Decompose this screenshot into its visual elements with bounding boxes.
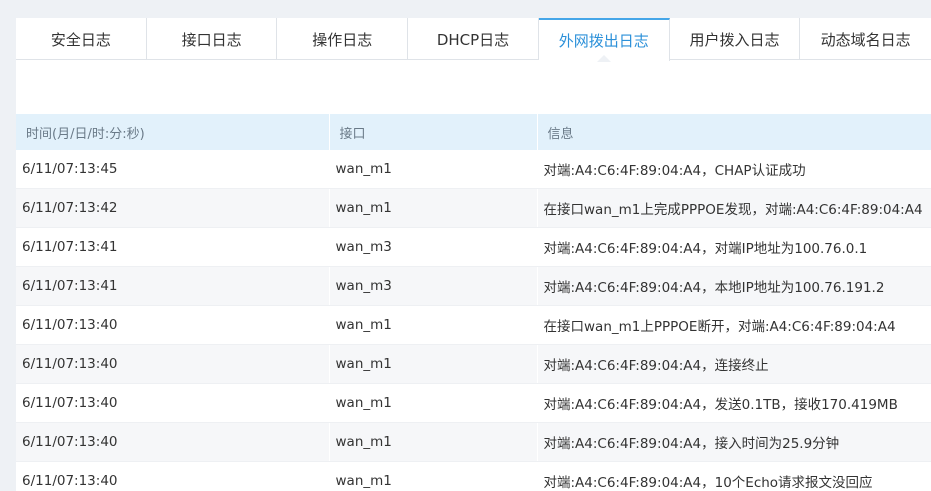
cell-time: 6/11/07:13:40 bbox=[16, 383, 330, 423]
log-table: 时间(月/日/时:分:秒) 接口 信息 6/11/07:13:45 wan_m1… bbox=[16, 114, 931, 491]
table-row: 6/11/07:13:41 wan_m3 对端:A4:C6:4F:89:04:A… bbox=[16, 227, 931, 267]
table-row: 6/11/07:13:41 wan_m3 对端:A4:C6:4F:89:04:A… bbox=[16, 266, 931, 306]
log-tabs: 安全日志 接口日志 操作日志 DHCP日志 外网拨出日志 用户拨入日志 动态域名… bbox=[16, 18, 931, 62]
cell-info: 对端:A4:C6:4F:89:04:A4，10个Echo请求报文没回应 bbox=[537, 461, 931, 491]
tab-label: 外网拨出日志 bbox=[558, 32, 649, 50]
tab-operation-log[interactable]: 操作日志 bbox=[277, 18, 409, 60]
cell-time: 6/11/07:13:40 bbox=[16, 461, 330, 491]
tab-interface-log[interactable]: 接口日志 bbox=[147, 18, 278, 60]
cell-time: 6/11/07:13:41 bbox=[16, 227, 330, 267]
cell-info: 对端:A4:C6:4F:89:04:A4，连接终止 bbox=[537, 344, 931, 384]
cell-time: 6/11/07:13:40 bbox=[16, 305, 330, 345]
tab-user-dialin-log[interactable]: 用户拨入日志 bbox=[670, 18, 801, 60]
toolbar-area bbox=[16, 60, 931, 112]
cell-info: 对端:A4:C6:4F:89:04:A4，接入时间为25.9分钟 bbox=[537, 422, 931, 462]
cell-time: 6/11/07:13:42 bbox=[16, 188, 330, 228]
log-panel: 安全日志 接口日志 操作日志 DHCP日志 外网拨出日志 用户拨入日志 动态域名… bbox=[16, 18, 931, 491]
tab-security-log[interactable]: 安全日志 bbox=[16, 18, 147, 60]
tab-dhcp-log[interactable]: DHCP日志 bbox=[408, 18, 539, 60]
cell-info: 对端:A4:C6:4F:89:04:A4，CHAP认证成功 bbox=[537, 150, 931, 189]
tab-wan-dialout-log[interactable]: 外网拨出日志 bbox=[538, 18, 670, 62]
table-row: 6/11/07:13:40 wan_m1 在接口wan_m1上PPPOE断开，对… bbox=[16, 305, 931, 345]
table-row: 6/11/07:13:40 wan_m1 对端:A4:C6:4F:89:04:A… bbox=[16, 344, 931, 384]
table-row: 6/11/07:13:42 wan_m1 在接口wan_m1上完成PPPOE发现… bbox=[16, 188, 931, 228]
cell-interface: wan_m1 bbox=[329, 422, 538, 462]
cell-info: 对端:A4:C6:4F:89:04:A4，本地IP地址为100.76.191.2 bbox=[537, 266, 931, 306]
cell-info: 在接口wan_m1上PPPOE断开，对端:A4:C6:4F:89:04:A4 bbox=[537, 305, 931, 345]
tab-label: 用户拨入日志 bbox=[689, 30, 780, 49]
table-row: 6/11/07:13:40 wan_m1 对端:A4:C6:4F:89:04:A… bbox=[16, 422, 931, 462]
cell-interface: wan_m1 bbox=[329, 305, 538, 345]
column-header-interface[interactable]: 接口 bbox=[329, 114, 538, 150]
cell-interface: wan_m3 bbox=[329, 266, 538, 306]
cell-interface: wan_m1 bbox=[329, 461, 538, 491]
active-tab-indicator bbox=[596, 55, 611, 62]
cell-info: 对端:A4:C6:4F:89:04:A4，对端IP地址为100.76.0.1 bbox=[537, 227, 931, 267]
column-header-time[interactable]: 时间(月/日/时:分:秒) bbox=[16, 114, 330, 150]
table-row: 6/11/07:13:45 wan_m1 对端:A4:C6:4F:89:04:A… bbox=[16, 150, 931, 189]
cell-info: 在接口wan_m1上完成PPPOE发现，对端:A4:C6:4F:89:04:A4 bbox=[537, 188, 931, 228]
column-header-info[interactable]: 信息 bbox=[537, 114, 931, 150]
cell-time: 6/11/07:13:45 bbox=[16, 150, 330, 189]
log-table-container: 时间(月/日/时:分:秒) 接口 信息 6/11/07:13:45 wan_m1… bbox=[16, 114, 931, 491]
cell-interface: wan_m1 bbox=[329, 188, 538, 228]
tab-label: 操作日志 bbox=[312, 30, 373, 49]
cell-interface: wan_m1 bbox=[329, 150, 538, 189]
tab-label: 安全日志 bbox=[50, 30, 111, 49]
cell-interface: wan_m1 bbox=[329, 344, 538, 384]
tab-ddns-log[interactable]: 动态域名日志 bbox=[800, 18, 931, 60]
table-row: 6/11/07:13:40 wan_m1 对端:A4:C6:4F:89:04:A… bbox=[16, 461, 931, 491]
tab-label: 动态域名日志 bbox=[820, 30, 911, 49]
cell-time: 6/11/07:13:40 bbox=[16, 422, 330, 462]
table-row: 6/11/07:13:40 wan_m1 对端:A4:C6:4F:89:04:A… bbox=[16, 383, 931, 423]
cell-interface: wan_m3 bbox=[329, 227, 538, 267]
tab-label: DHCP日志 bbox=[436, 30, 510, 49]
cell-time: 6/11/07:13:41 bbox=[16, 266, 330, 306]
cell-time: 6/11/07:13:40 bbox=[16, 344, 330, 384]
tab-label: 接口日志 bbox=[181, 30, 242, 49]
cell-interface: wan_m1 bbox=[329, 383, 538, 423]
table-header-row: 时间(月/日/时:分:秒) 接口 信息 bbox=[16, 114, 931, 150]
cell-info: 对端:A4:C6:4F:89:04:A4，发送0.1TB，接收170.419MB bbox=[537, 383, 931, 423]
